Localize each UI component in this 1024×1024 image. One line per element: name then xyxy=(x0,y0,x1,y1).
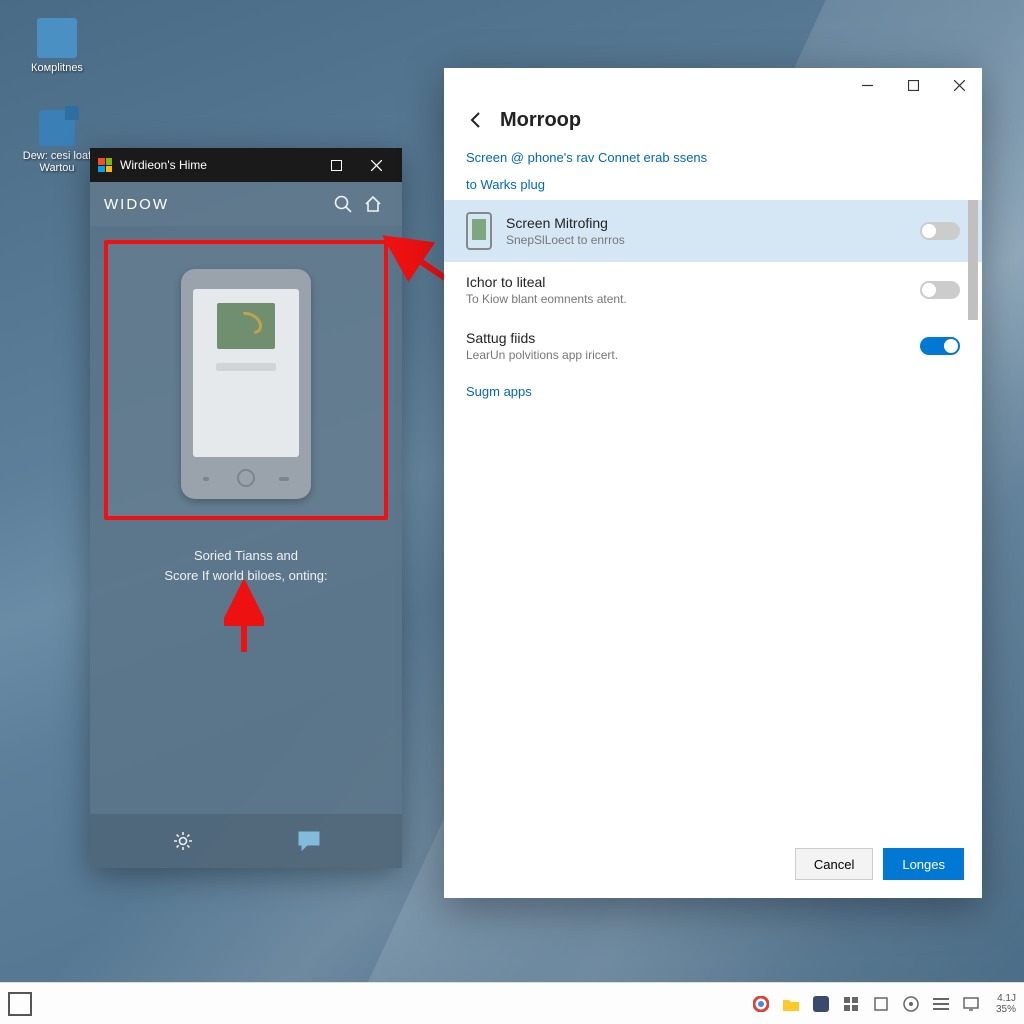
phone-window-content: Soried Tianss and Score If world biloes,… xyxy=(90,226,402,585)
settings-body: Screen Mitrofing SnepSlLoect to enrros I… xyxy=(444,200,982,842)
settings-title: Morroop xyxy=(500,109,581,132)
phone-window-header: WIDOW xyxy=(90,182,402,226)
setting-subtitle: LearUn polvitions app iricert. xyxy=(466,348,906,362)
setting-title: Screen Mitrofing xyxy=(506,215,906,231)
scrollbar[interactable] xyxy=(968,200,978,620)
search-icon[interactable] xyxy=(328,189,358,219)
phone-window-title: Wirdieon's Hime xyxy=(120,158,207,172)
desktop-icon-2[interactable]: Dew: cesi loaf Wartou xyxy=(18,110,96,174)
phone-window-subtext: Soried Tianss and Score If world biloes,… xyxy=(104,546,388,585)
chat-icon[interactable] xyxy=(289,821,329,861)
settings-subtitle: Screen @ phone's rav Connet erab ssens xyxy=(444,144,982,167)
tray-info-icon[interactable] xyxy=(902,995,920,1013)
tray-chrome-icon[interactable] xyxy=(752,995,770,1013)
gear-icon[interactable] xyxy=(163,821,203,861)
toggle-3[interactable] xyxy=(920,337,960,355)
clock-time: 4.1J xyxy=(996,993,1016,1004)
close-button[interactable] xyxy=(356,148,396,182)
phone-illustration xyxy=(181,269,311,499)
setting-title: Ichor to liteal xyxy=(466,274,906,290)
settings-titlebar[interactable] xyxy=(444,68,982,102)
phone-window-bottombar xyxy=(90,814,402,868)
system-tray: 4.1J 35% xyxy=(752,993,1016,1015)
phone-icon xyxy=(466,212,492,250)
toggle-screen-mirroring[interactable] xyxy=(920,222,960,240)
taskbar-clock[interactable]: 4.1J 35% xyxy=(996,993,1016,1015)
start-button[interactable] xyxy=(8,992,32,1016)
maximize-button[interactable] xyxy=(890,68,936,102)
phone-window-titlebar[interactable]: Wirdieon's Hime xyxy=(90,148,402,182)
ok-button[interactable]: Longes xyxy=(883,848,964,880)
setting-row-screen-mirroring[interactable]: Screen Mitrofing SnepSlLoect to enrros xyxy=(444,200,982,262)
home-icon[interactable] xyxy=(358,189,388,219)
setting-row-2[interactable]: Ichor to liteal To Kiow blant eomnents a… xyxy=(444,262,982,318)
phone-preview-highlight[interactable] xyxy=(104,240,388,520)
close-button[interactable] xyxy=(936,68,982,102)
tray-app-icon[interactable] xyxy=(812,995,830,1013)
settings-footer: Cancel Longes xyxy=(444,842,982,898)
scrollbar-thumb[interactable] xyxy=(968,200,978,320)
settings-link[interactable]: Sugm apps xyxy=(444,374,982,409)
settings-window: Morroop Screen @ phone's rav Connet erab… xyxy=(444,68,982,898)
setting-subtitle: SnepSlLoect to enrros xyxy=(506,233,906,247)
tray-folder-icon[interactable] xyxy=(782,995,800,1013)
clock-pct: 35% xyxy=(996,1004,1016,1015)
tray-monitor-icon[interactable] xyxy=(962,995,980,1013)
minimize-button[interactable] xyxy=(844,68,890,102)
tray-list-icon[interactable] xyxy=(932,995,950,1013)
toggle-2[interactable] xyxy=(920,281,960,299)
setting-title: Sattug fiids xyxy=(466,330,906,346)
cancel-button[interactable]: Cancel xyxy=(795,848,873,880)
desktop-icon-label: Dew: cesi loaf Wartou xyxy=(18,150,96,174)
settings-section-label: to Warks plug xyxy=(444,167,982,200)
back-button[interactable] xyxy=(462,106,490,134)
settings-header: Morroop xyxy=(444,102,982,144)
subtext-line: Soried Tianss and xyxy=(122,546,370,566)
taskbar: 4.1J 35% xyxy=(0,982,1024,1024)
desktop-icon-1[interactable]: Комplitnes xyxy=(18,18,96,74)
setting-subtitle: To Kiow blant eomnents atent. xyxy=(466,292,906,306)
subtext-line: Score If world biloes, onting: xyxy=(122,566,370,586)
desktop: Комplitnes Dew: cesi loaf Wartou Wirdieo… xyxy=(0,0,1024,1024)
tray-square-icon[interactable] xyxy=(872,995,890,1013)
phone-header-title: WIDOW xyxy=(104,196,169,213)
phone-companion-window: Wirdieon's Hime WIDOW xyxy=(90,148,402,868)
desktop-icon-label: Комplitnes xyxy=(18,62,96,74)
maximize-button[interactable] xyxy=(316,148,356,182)
folder-icon xyxy=(37,18,77,58)
tray-grid-icon[interactable] xyxy=(842,995,860,1013)
windows-logo-icon xyxy=(98,158,112,172)
device-icon xyxy=(39,110,75,146)
setting-row-3[interactable]: Sattug fiids LearUn polvitions app irice… xyxy=(444,318,982,374)
